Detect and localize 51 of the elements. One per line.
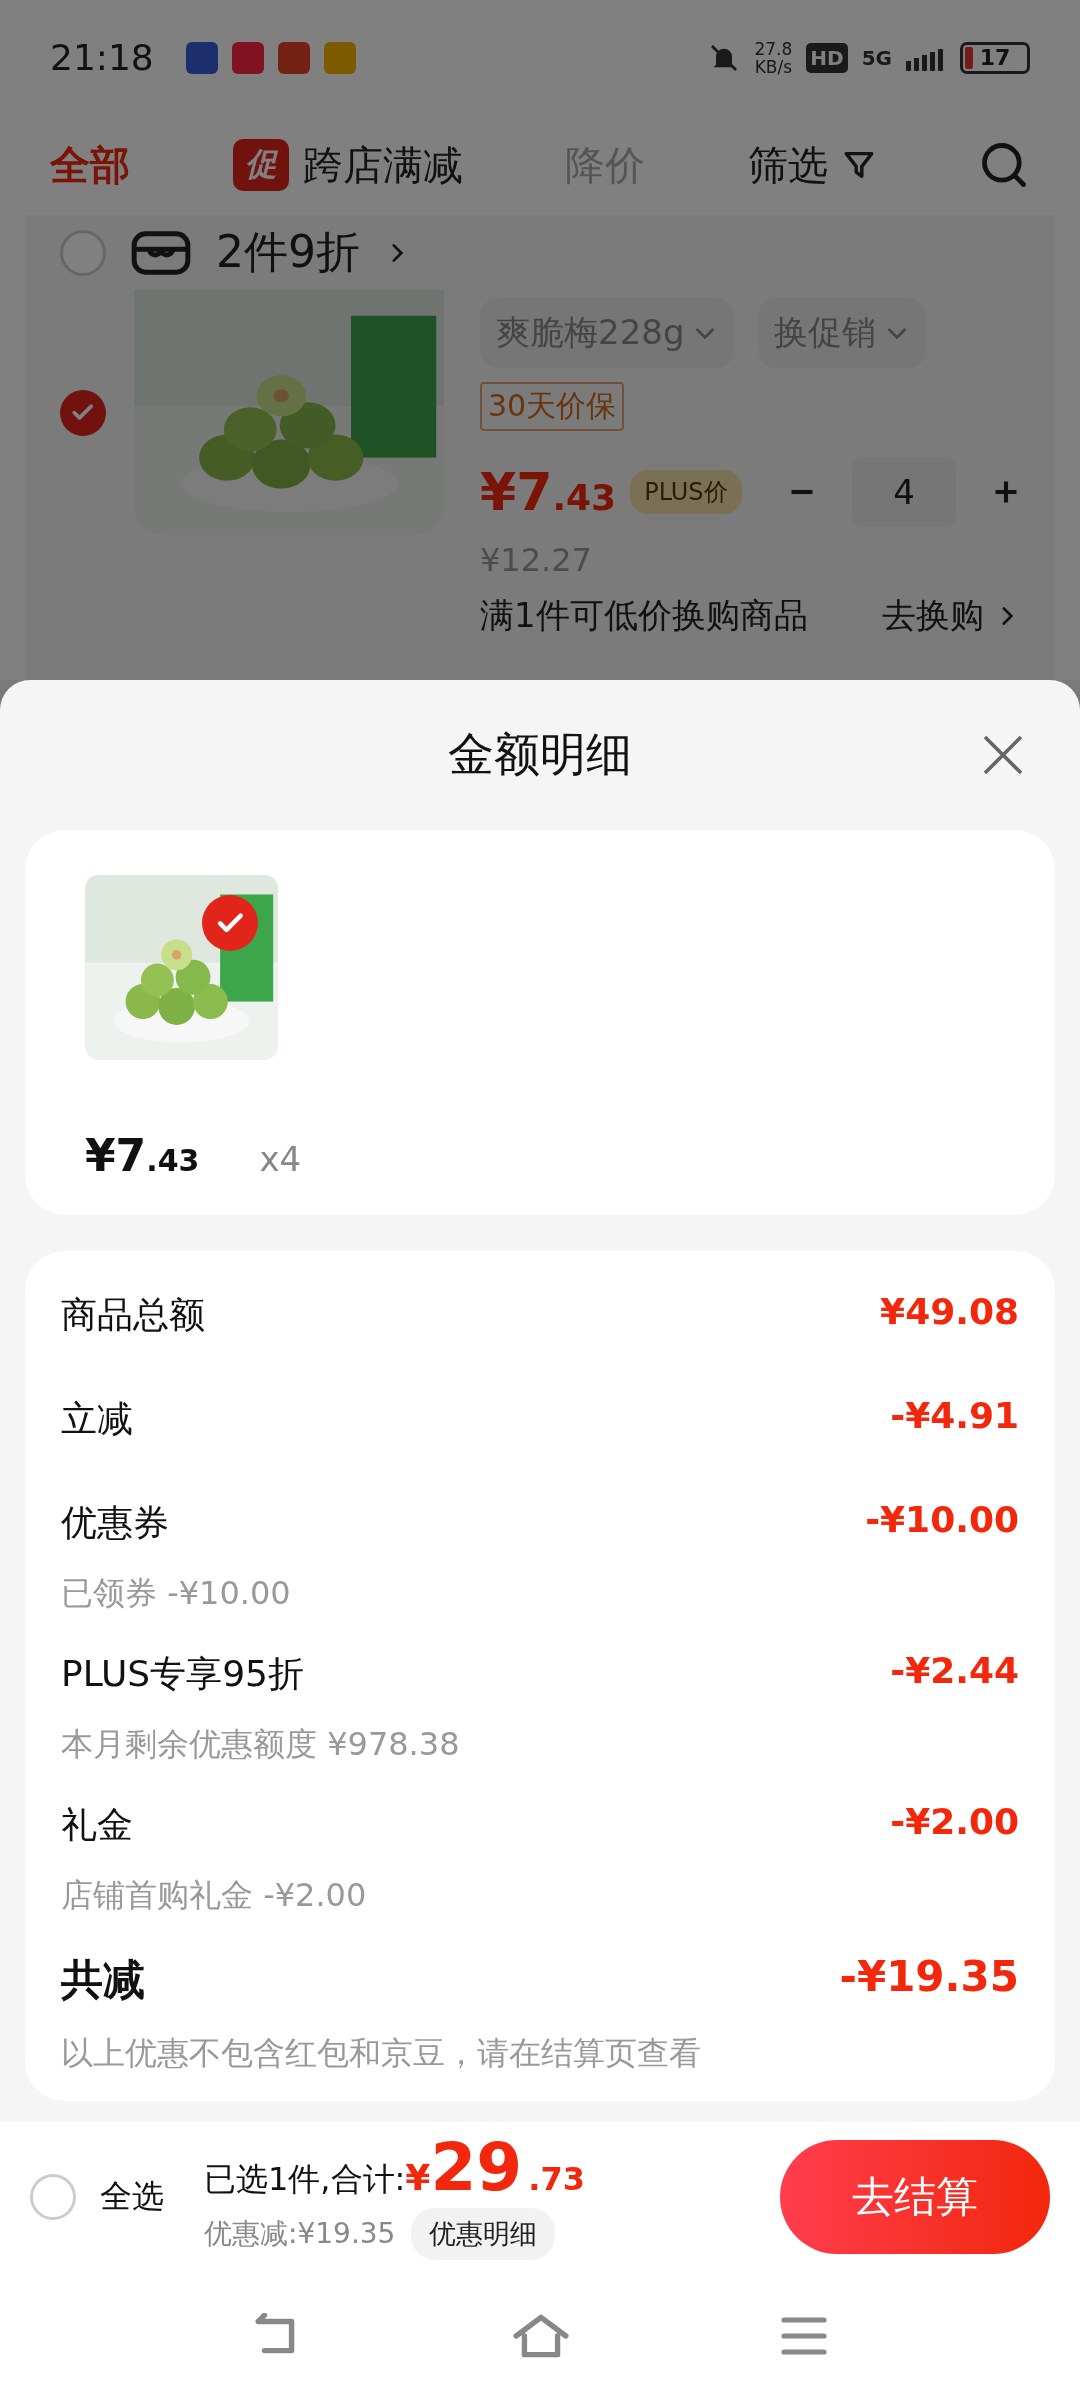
item-price: ¥7.43: [480, 462, 617, 522]
detail-amount: ¥49.08: [880, 1291, 1019, 1332]
detail-label: PLUS专享95折: [61, 1652, 305, 1696]
checkout-button[interactable]: 去结算: [780, 2140, 1050, 2254]
app-notification-icon: [277, 41, 310, 74]
detail-note: 本月剩余优惠额度 ¥978.38: [61, 1724, 460, 1765]
status-time: 21:18: [50, 37, 154, 78]
detail-note: 以上优惠不包含红包和京豆，请在结算页查看: [61, 2033, 701, 2074]
item-checkbox[interactable]: [60, 389, 106, 436]
summary-label: 已选1件,合计:: [204, 2158, 406, 2200]
detail-amount: -¥10.00: [865, 1499, 1019, 1540]
filter-tab[interactable]: 筛选: [747, 137, 876, 193]
detail-amount: -¥4.91: [890, 1395, 1019, 1436]
store-icon: [130, 229, 192, 276]
swap-offer-text: 满1件可低价换购商品: [480, 594, 808, 637]
promo-badge: 促: [232, 139, 289, 191]
detail-label: 优惠券: [61, 1501, 170, 1545]
store-promo-title[interactable]: 2件9折: [216, 223, 360, 282]
swap-link[interactable]: 去换购: [882, 593, 1020, 639]
sheet-title: 金额明细: [448, 726, 632, 783]
total-price: ¥29.73: [405, 2134, 585, 2201]
store-checkbox[interactable]: [60, 229, 106, 276]
hd-badge: HD: [806, 42, 848, 73]
detail-amount: -¥2.00: [890, 1801, 1019, 1842]
detail-button[interactable]: 优惠明细: [411, 2207, 556, 2260]
product-price: ¥7.43: [85, 1130, 200, 1181]
price-guarantee-tag: 30天价保: [480, 382, 625, 431]
detail-amount: -¥19.35: [839, 1952, 1019, 2001]
filter-tab[interactable]: 全部: [50, 137, 130, 193]
detail-note: 已领券 -¥10.00: [61, 1573, 291, 1614]
battery-indicator: 17: [960, 41, 1030, 74]
select-all-label: 全选: [100, 2176, 164, 2217]
discount-total: 优惠减:¥19.35: [204, 2215, 396, 2252]
network-type: 5G: [861, 45, 892, 70]
filter-tab[interactable]: 促 跨店满减: [232, 137, 463, 193]
detail-amount: -¥2.44: [890, 1650, 1019, 1691]
app-notification-icon: [231, 41, 264, 74]
quantity-field[interactable]: 4: [852, 457, 956, 527]
app-notification-icon: [185, 41, 218, 74]
menu-button[interactable]: [780, 2316, 828, 2356]
detail-note: 店铺首购礼金 -¥2.00: [61, 1875, 367, 1916]
detail-label: 商品总额: [61, 1293, 205, 1337]
home-button[interactable]: [512, 2313, 570, 2359]
app-notification-icon: [323, 41, 356, 74]
detail-label: 立减: [61, 1397, 133, 1441]
product-quantity: x4: [259, 1139, 302, 1179]
detail-label: 礼金: [61, 1803, 134, 1847]
select-all-checkbox[interactable]: [30, 2174, 76, 2220]
detail-label: 共减: [61, 1954, 146, 2006]
network-speed: 27.8 KB/s: [754, 39, 793, 76]
plus-price-badge: PLUS价: [630, 470, 742, 514]
